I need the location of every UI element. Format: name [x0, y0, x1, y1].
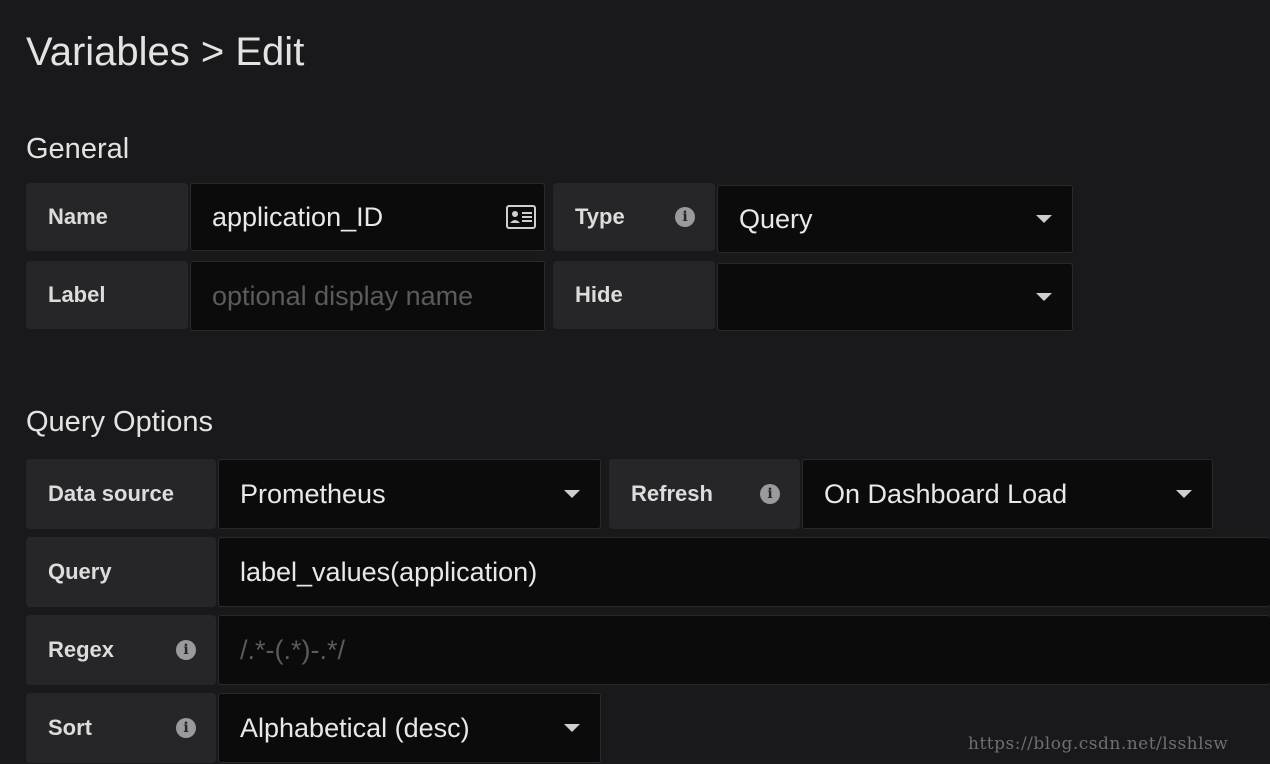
- query-label: Query: [26, 537, 216, 607]
- sort-select-value: Alphabetical (desc): [240, 712, 470, 743]
- refresh-select-value: On Dashboard Load: [824, 478, 1068, 509]
- sort-label-text: Sort: [48, 715, 92, 740]
- label-input-placeholder: optional display name: [212, 280, 474, 311]
- type-select-value: Query: [739, 203, 813, 234]
- sort-label: Sort i: [26, 693, 216, 763]
- watermark: https://blog.csdn.net/lsshlsw: [968, 734, 1229, 754]
- hide-label-text: Hide: [575, 282, 623, 307]
- section-query-options-heading: Query Options: [26, 406, 213, 438]
- regex-label-text: Regex: [48, 637, 115, 662]
- caret-down-icon: [1176, 490, 1192, 498]
- hide-select[interactable]: [717, 263, 1073, 331]
- type-select[interactable]: Query: [717, 185, 1073, 253]
- datasource-label-text: Data source: [48, 481, 174, 506]
- info-icon[interactable]: i: [176, 640, 196, 660]
- datasource-select[interactable]: Prometheus: [218, 459, 601, 529]
- id-card-icon: [506, 205, 536, 229]
- section-general-heading: General: [26, 133, 130, 165]
- name-label: Name: [26, 183, 188, 251]
- caret-down-icon: [1036, 215, 1052, 223]
- refresh-label-text: Refresh: [631, 481, 713, 506]
- regex-input-placeholder: /.*-(.*)-.*/: [240, 634, 345, 665]
- info-icon[interactable]: i: [675, 207, 695, 227]
- name-label-text: Name: [48, 204, 108, 229]
- regex-input[interactable]: /.*-(.*)-.*/: [218, 615, 1270, 685]
- label-input[interactable]: optional display name: [190, 261, 545, 331]
- datasource-select-value: Prometheus: [240, 478, 386, 509]
- info-icon[interactable]: i: [760, 484, 780, 504]
- caret-down-icon: [564, 724, 580, 732]
- regex-label: Regex i: [26, 615, 216, 685]
- type-label-text: Type: [575, 204, 625, 229]
- hide-label: Hide: [553, 261, 715, 329]
- refresh-label: Refresh i: [609, 459, 800, 529]
- query-input-value: label_values(application): [240, 556, 538, 587]
- caret-down-icon: [564, 490, 580, 498]
- caret-down-icon: [1036, 293, 1052, 301]
- sort-select[interactable]: Alphabetical (desc): [218, 693, 601, 763]
- refresh-select[interactable]: On Dashboard Load: [802, 459, 1213, 529]
- label-label-text: Label: [48, 282, 106, 307]
- type-label: Type i: [553, 183, 715, 251]
- query-label-text: Query: [48, 559, 112, 584]
- query-input[interactable]: label_values(application): [218, 537, 1270, 607]
- name-input-value: application_ID: [212, 201, 384, 232]
- datasource-label: Data source: [26, 459, 216, 529]
- label-label: Label: [26, 261, 188, 329]
- info-icon[interactable]: i: [176, 718, 196, 738]
- page-title: Variables > Edit: [26, 30, 305, 74]
- name-input[interactable]: application_ID: [190, 183, 545, 251]
